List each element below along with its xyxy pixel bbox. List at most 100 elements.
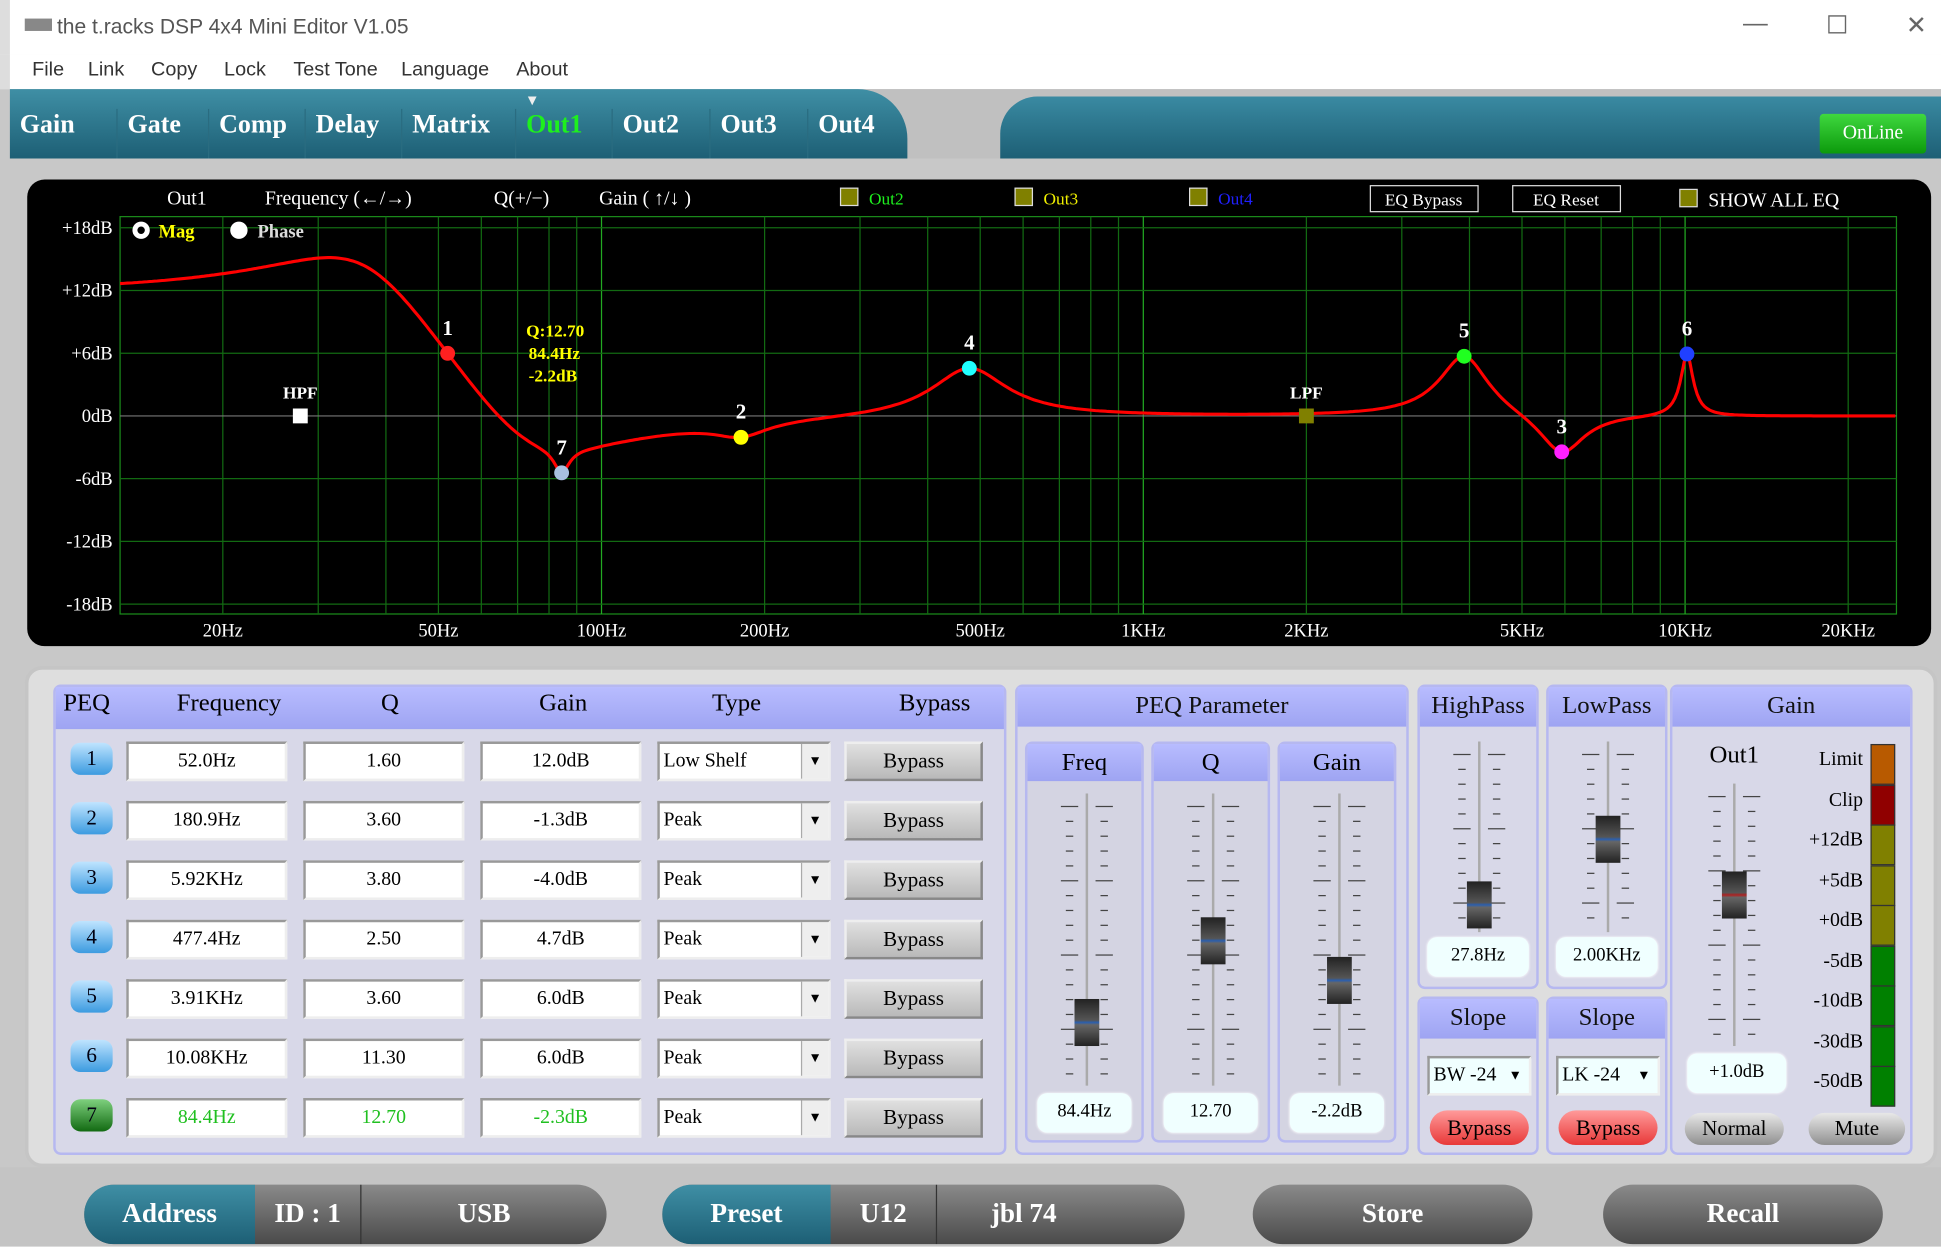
tab-delay[interactable]: Delay [304, 108, 379, 159]
peq-type-select[interactable]: Low Shelf ▼ [657, 741, 831, 782]
peq-frequency-input[interactable]: 10.08KHz [126, 1038, 288, 1079]
peq-freq-slider-thumb[interactable] [1074, 998, 1100, 1046]
peq-type-select[interactable]: Peak ▼ [657, 800, 831, 841]
peq-band-6-button[interactable]: 6 [70, 1039, 113, 1073]
slider-track[interactable] [1338, 793, 1341, 1086]
peq-type-select[interactable]: Peak ▼ [657, 919, 831, 960]
menu-copy[interactable]: Copy [151, 59, 197, 81]
peq-frequency-input[interactable]: 84.4Hz [126, 1098, 288, 1138]
lowpass-bypass-button[interactable]: Bypass [1558, 1110, 1658, 1146]
peq-band-1-button[interactable]: 1 [70, 742, 113, 775]
peq-frequency-input[interactable]: 3.91KHz [126, 979, 288, 1019]
peq-gain-input[interactable]: 6.0dB [480, 979, 642, 1019]
close-button[interactable]: ✕ [1892, 10, 1941, 41]
peq-q-input[interactable]: 11.30 [303, 1038, 465, 1079]
peq-bypass-button[interactable]: Bypass [844, 800, 983, 841]
gain-value[interactable]: +1.0dB [1687, 1053, 1787, 1094]
peq-bypass-button[interactable]: Bypass [844, 860, 983, 900]
eq-point-4[interactable]: 4 [961, 331, 977, 376]
tab-out3[interactable]: Out3 [709, 108, 777, 159]
peq-freq-value[interactable]: 84.4Hz [1037, 1093, 1132, 1133]
peq-q-value[interactable]: 12.70 [1163, 1093, 1258, 1133]
peq-band-4-button[interactable]: 4 [70, 920, 113, 954]
peq-q-slider-thumb[interactable] [1200, 917, 1226, 965]
eq-reset-button[interactable]: EQ Reset [1512, 185, 1622, 213]
lowpass-slope-select[interactable]: LK -24 ▼ [1556, 1055, 1661, 1096]
show-all-eq-checkbox[interactable]: SHOW ALL EQ [1679, 188, 1839, 212]
peq-gain-input[interactable]: 12.0dB [480, 741, 642, 782]
peq-frequency-input[interactable]: 5.92KHz [126, 860, 288, 900]
peq-header-peq: PEQ [63, 689, 111, 717]
highpass-slope-select[interactable]: BW -24 ▼ [1427, 1055, 1532, 1096]
menu-language[interactable]: Language [401, 59, 489, 81]
peq-frequency-input[interactable]: 180.9Hz [126, 800, 288, 841]
menu-lock[interactable]: Lock [224, 59, 266, 81]
eq-point-6[interactable]: 6 [1679, 316, 1695, 362]
peq-gain-input[interactable]: -4.0dB [480, 860, 642, 900]
peq-frequency-input[interactable]: 477.4Hz [126, 919, 288, 960]
eq-point-3[interactable]: 3 [1554, 414, 1570, 460]
peq-q-input[interactable]: 1.60 [303, 741, 465, 782]
preset-name[interactable]: jbl 74 [937, 1185, 1110, 1244]
tab-comp[interactable]: Comp [207, 108, 287, 159]
peq-band-2-button[interactable]: 2 [70, 802, 113, 835]
eq-bypass-button[interactable]: EQ Bypass [1369, 185, 1479, 213]
peq-type-select[interactable]: Peak ▼ [657, 1098, 831, 1138]
menu-link[interactable]: Link [88, 59, 124, 81]
peq-frequency-input[interactable]: 52.0Hz [126, 741, 288, 782]
tab-out2[interactable]: Out2 [611, 108, 679, 159]
peq-gain-input[interactable]: 4.7dB [480, 919, 642, 960]
menu-file[interactable]: File [32, 59, 64, 81]
peq-type-select[interactable]: Peak ▼ [657, 860, 831, 900]
usb-button[interactable]: USB [361, 1185, 606, 1244]
overlay-out4-checkbox[interactable]: Out4 [1189, 187, 1253, 208]
peq-bypass-button[interactable]: Bypass [844, 979, 983, 1019]
highpass-slider-thumb[interactable] [1466, 881, 1492, 929]
tab-gate[interactable]: Gate [116, 108, 181, 159]
recall-button[interactable]: Recall [1603, 1184, 1883, 1245]
peq-gain-input[interactable]: -2.3dB [480, 1098, 642, 1138]
mute-button[interactable]: Mute [1808, 1112, 1906, 1146]
peq-gain-slider-thumb[interactable] [1327, 956, 1352, 1004]
peq-band-7-button[interactable]: 7 [70, 1099, 113, 1132]
highpass-bypass-button[interactable]: Bypass [1429, 1110, 1529, 1146]
peq-band-3-button[interactable]: 3 [70, 861, 113, 894]
peq-bypass-button[interactable]: Bypass [844, 919, 983, 960]
tab-out4[interactable]: Out4 [807, 108, 875, 159]
peq-q-input[interactable]: 2.50 [303, 919, 465, 960]
store-button[interactable]: Store [1252, 1184, 1533, 1245]
lowpass-slider-thumb[interactable] [1595, 815, 1621, 863]
eq-point-5[interactable]: 5 [1456, 319, 1472, 364]
peq-gain-input[interactable]: 6.0dB [480, 1038, 642, 1079]
peq-bypass-button[interactable]: Bypass [844, 741, 983, 782]
eq-point-7[interactable]: 7 [554, 435, 570, 481]
online-button[interactable]: OnLine [1819, 113, 1927, 154]
lowpass-frequency-value[interactable]: 2.00KHz [1556, 937, 1658, 977]
peq-q-input[interactable]: 3.60 [303, 800, 465, 841]
minimize-button[interactable]: — [1731, 10, 1781, 38]
maximize-button[interactable]: ☐ [1812, 10, 1862, 41]
eq-point-2[interactable]: 2 [733, 400, 749, 445]
menu-test-tone[interactable]: Test Tone [293, 59, 377, 81]
highpass-frequency-value[interactable]: 27.8Hz [1427, 937, 1529, 977]
menu-about[interactable]: About [516, 59, 568, 81]
peq-q-input[interactable]: 3.60 [303, 979, 465, 1019]
overlay-out3-checkbox[interactable]: Out3 [1014, 187, 1078, 208]
peq-q-input[interactable]: 3.80 [303, 860, 465, 900]
tab-gain[interactable]: Gain [10, 109, 75, 159]
eq-point-1[interactable]: 1 [440, 316, 456, 361]
peq-bypass-button[interactable]: Bypass [844, 1098, 983, 1138]
tab-matrix[interactable]: Matrix [401, 108, 490, 159]
output-gain-slider-thumb[interactable] [1721, 871, 1747, 919]
tab-out1[interactable]: Out1 [514, 108, 582, 159]
peq-type-select[interactable]: Peak ▼ [657, 1038, 831, 1079]
peq-gain-input[interactable]: -1.3dB [480, 800, 642, 841]
overlay-out2-checkbox[interactable]: Out2 [839, 187, 904, 208]
normal-button[interactable]: Normal [1684, 1112, 1784, 1146]
peq-gain-value[interactable]: -2.2dB [1289, 1093, 1384, 1133]
peq-bypass-button[interactable]: Bypass [844, 1038, 983, 1079]
peq-type-select[interactable]: Peak ▼ [657, 979, 831, 1019]
peq-q-input[interactable]: 12.70 [303, 1098, 465, 1138]
eq-curve-chart[interactable]: +18dB +12dB +6dB 0dB -6dB -12dB -18dB 20Hz 50Hz 1… [27, 179, 1931, 646]
peq-band-5-button[interactable]: 5 [70, 980, 113, 1013]
